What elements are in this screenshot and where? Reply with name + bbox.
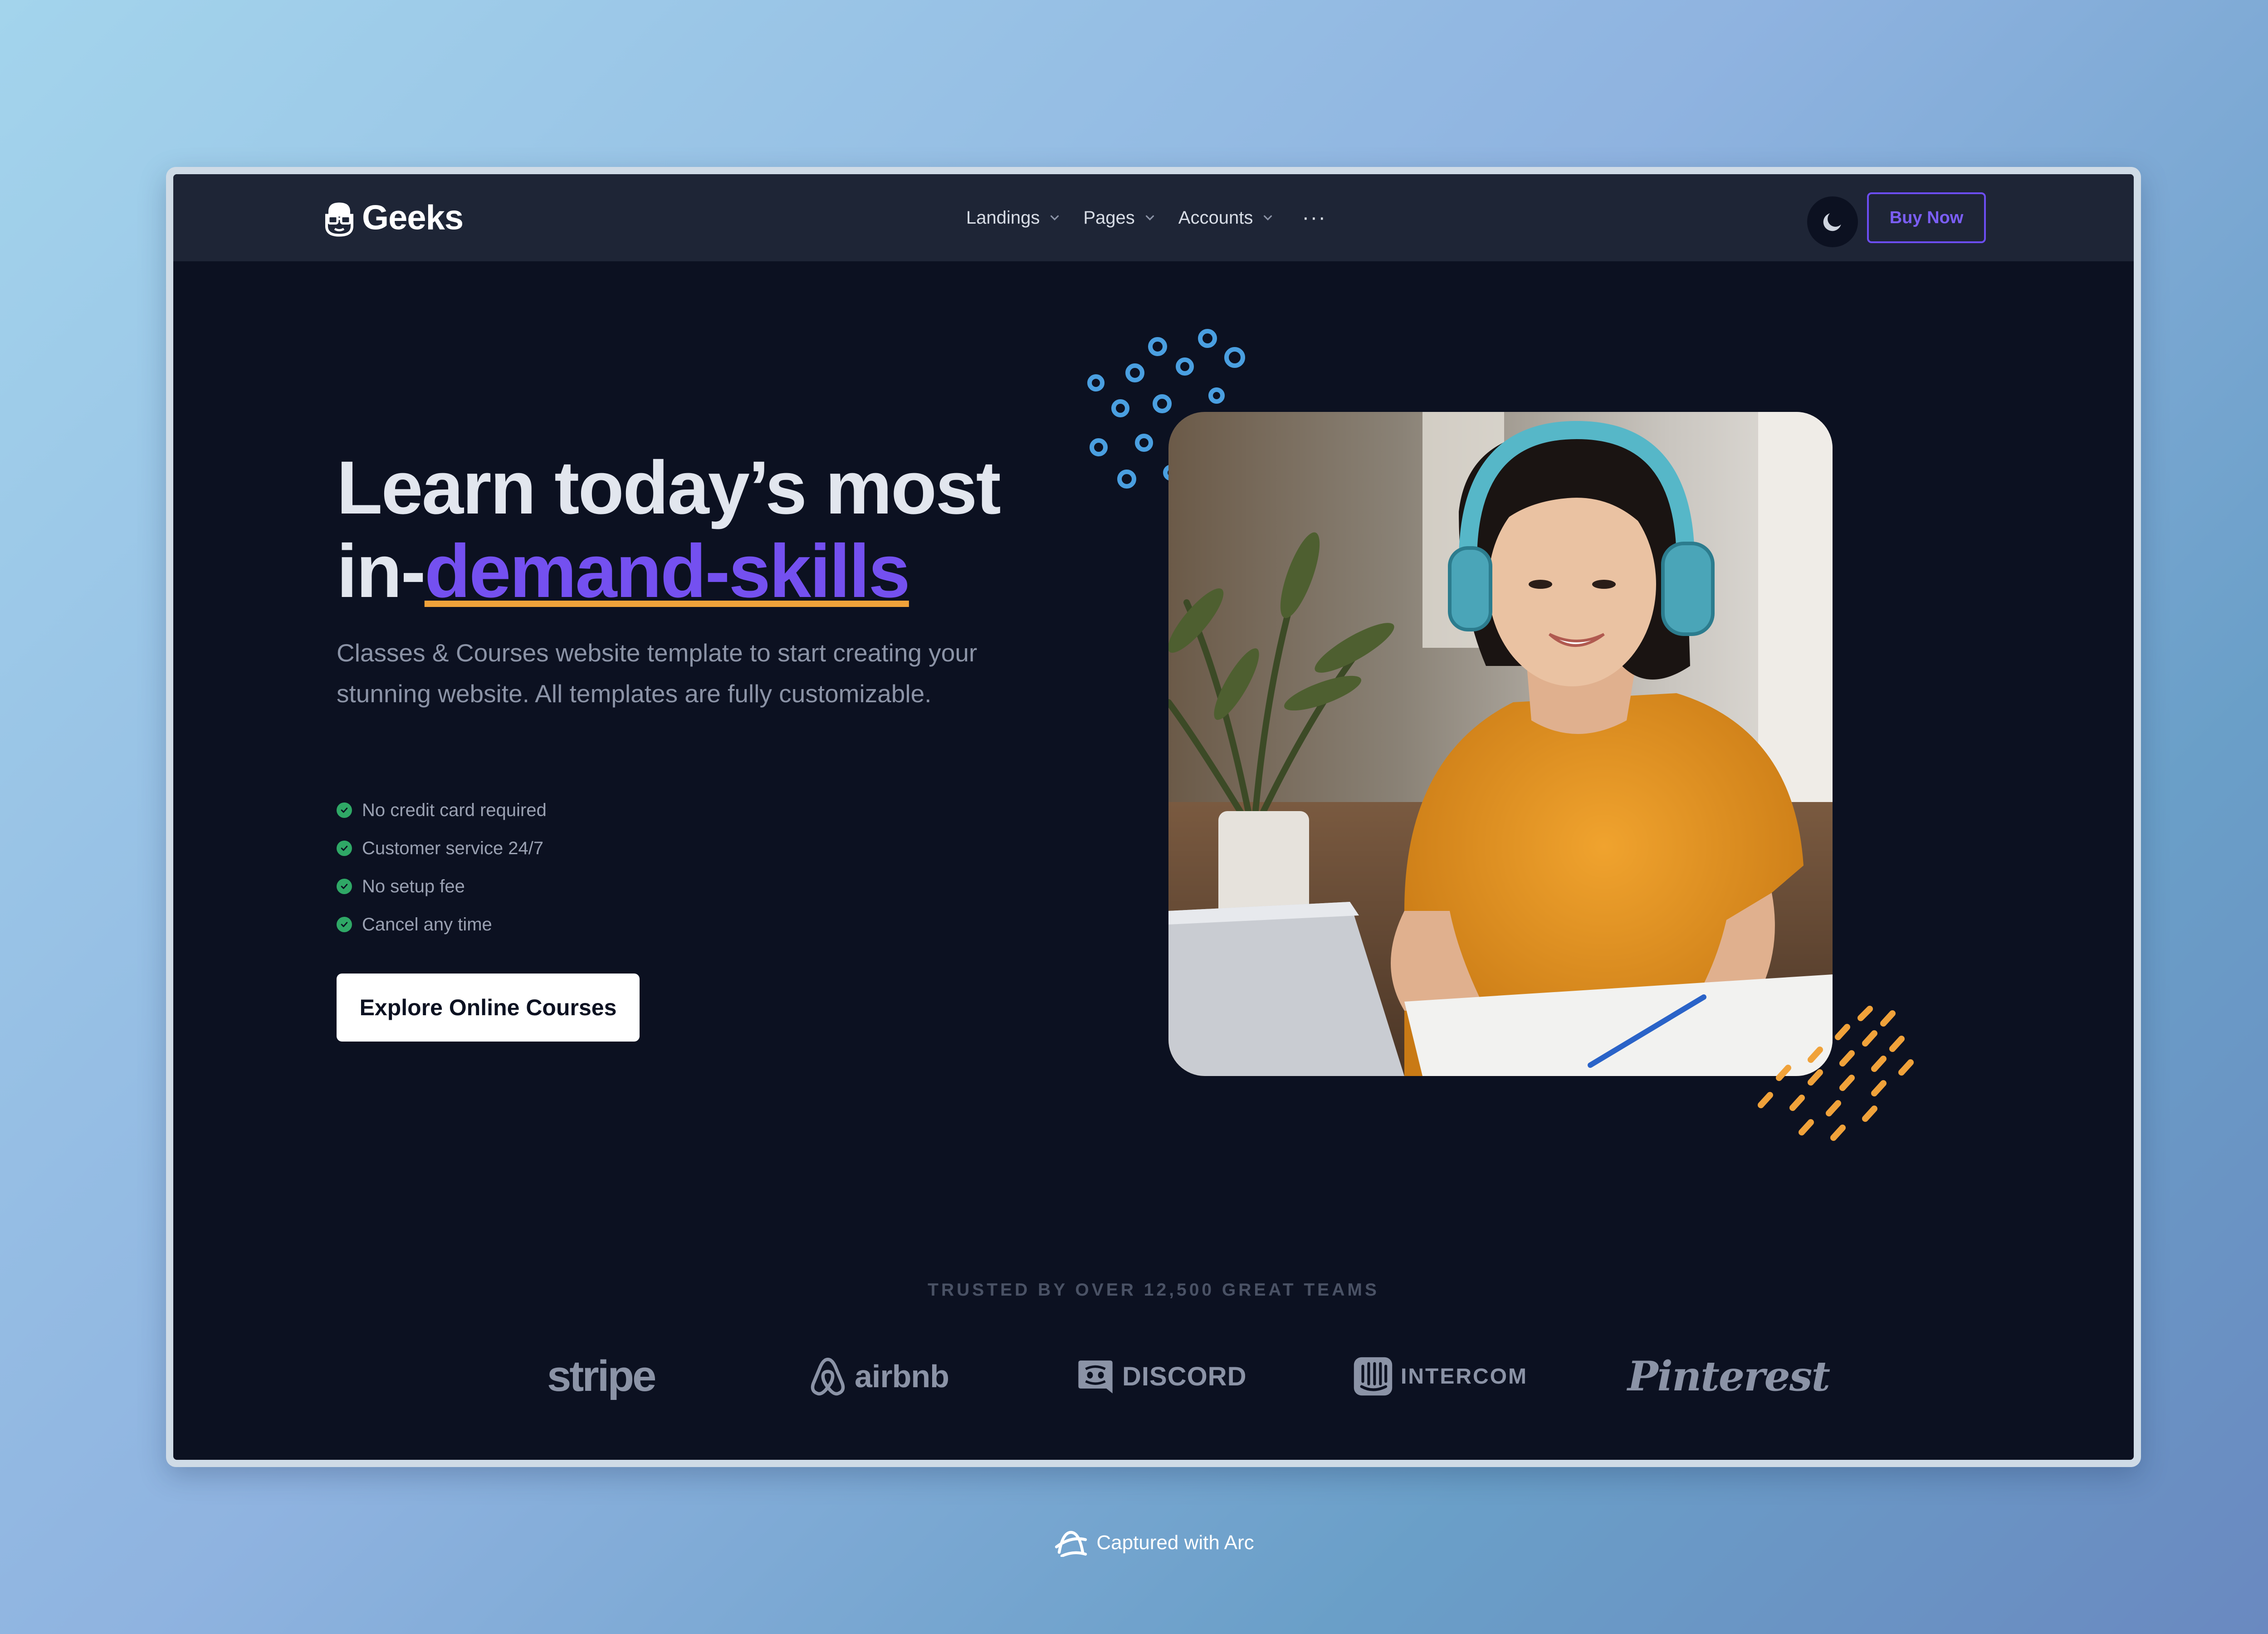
nav-item-label: Landings [966, 207, 1040, 228]
trusted-by-label: TRUSTED BY OVER 12,500 GREAT TEAMS [928, 1280, 1379, 1300]
hero-subtitle: Classes & Courses website template to st… [337, 639, 978, 708]
airbnb-wordmark: airbnb [855, 1359, 949, 1394]
feature-item: No setup fee [337, 867, 547, 905]
navbar: Geeks Landings Pages Accounts ··· Buy No… [173, 174, 2134, 261]
hero-title-accent: demand-skills [424, 529, 910, 613]
captured-label: Captured with Arc [1096, 1531, 1254, 1554]
chevron-down-icon [1051, 215, 1059, 220]
stripe-logo: stripe [547, 1345, 656, 1408]
hero-title: Learn today’s most in-demand-skills [337, 446, 1153, 613]
feature-item: Customer service 24/7 [337, 829, 547, 867]
hero-student-image [1168, 412, 1833, 1076]
hero-title-prefix: in- [337, 529, 426, 613]
buy-now-button[interactable]: Buy Now [1867, 192, 1986, 243]
browser-frame: Geeks Landings Pages Accounts ··· Buy No… [166, 167, 2141, 1467]
airbnb-icon [811, 1357, 845, 1396]
airbnb-logo: airbnb [808, 1345, 949, 1408]
nav-item-landings[interactable]: Landings [966, 208, 1061, 228]
theme-toggle-button[interactable] [1807, 196, 1858, 247]
nav-item-label: Accounts [1178, 207, 1253, 228]
partner-logos: stripe airbnb DISCORD INTERCOM Pinterest [173, 1345, 2134, 1408]
pinterest-wordmark: Pinterest [1628, 1352, 1830, 1400]
chevron-down-icon [1145, 215, 1154, 220]
nav-item-pages[interactable]: Pages [1083, 208, 1156, 228]
feature-label: No setup fee [362, 876, 465, 896]
check-circle-icon [337, 841, 352, 856]
brand-logo[interactable]: Geeks [321, 198, 464, 238]
feature-label: Cancel any time [362, 914, 492, 934]
nav-item-label: Pages [1083, 207, 1135, 228]
feature-item: Cancel any time [337, 905, 547, 944]
check-circle-icon [337, 879, 352, 894]
explore-courses-button[interactable]: Explore Online Courses [337, 974, 640, 1042]
feature-label: Customer service 24/7 [362, 838, 544, 858]
stripe-wordmark: stripe [547, 1352, 656, 1400]
main-nav: Landings Pages Accounts ··· [966, 207, 1326, 229]
feature-item: No credit card required [337, 791, 547, 829]
discord-wordmark: DISCORD [1122, 1361, 1247, 1391]
pinterest-logo: Pinterest [1628, 1345, 1830, 1408]
discord-logo: DISCORD [1076, 1345, 1246, 1408]
intercom-logo: INTERCOM [1353, 1345, 1528, 1408]
moon-icon [1823, 213, 1841, 231]
check-circle-icon [337, 802, 352, 818]
feature-label: No credit card required [362, 800, 547, 820]
check-circle-icon [337, 917, 352, 932]
geek-logo-icon [325, 202, 353, 237]
arc-logo-icon [1055, 1531, 1087, 1557]
nav-item-accounts[interactable]: Accounts [1178, 208, 1275, 228]
decorative-dashes [1758, 1006, 1914, 1141]
chevron-down-icon [1264, 215, 1272, 220]
captured-with-arc: Captured with Arc [0, 1529, 2268, 1557]
discord-icon [1078, 1360, 1113, 1394]
nav-more-button[interactable]: ··· [1302, 207, 1326, 229]
hero-title-line1: Learn today’s most [337, 446, 1001, 530]
intercom-icon [1354, 1357, 1393, 1396]
brand-name: Geeks [362, 198, 464, 237]
feature-list: No credit card required Customer service… [337, 791, 547, 944]
page-window: Geeks Landings Pages Accounts ··· Buy No… [173, 174, 2134, 1460]
intercom-wordmark: INTERCOM [1401, 1364, 1528, 1389]
